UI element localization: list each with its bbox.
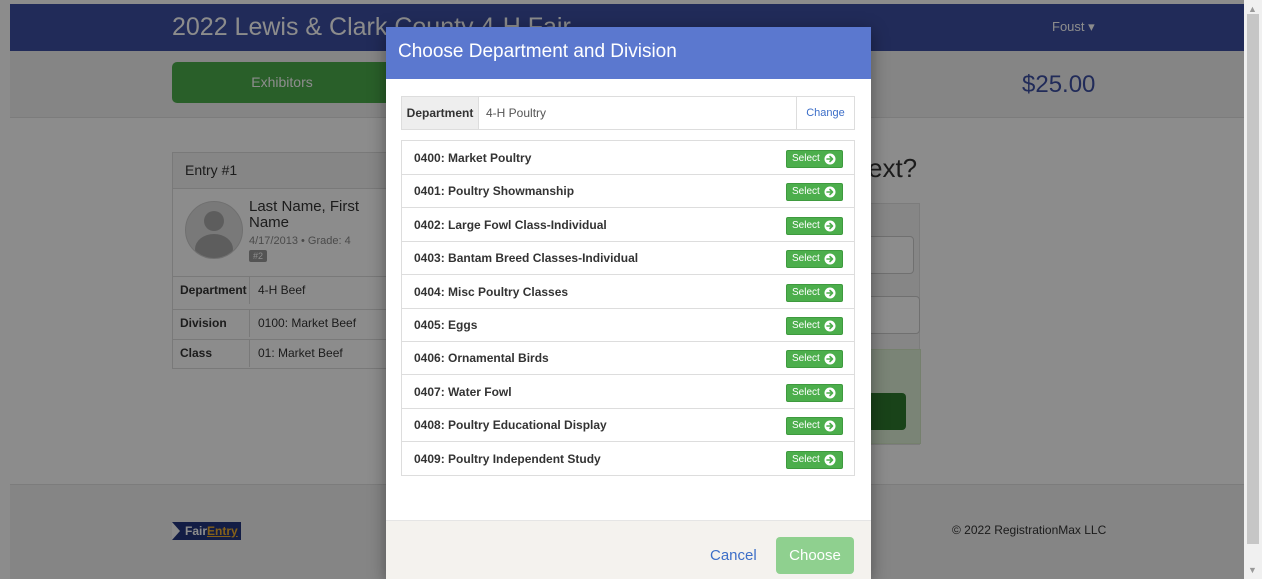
choose-button[interactable]: Choose — [776, 537, 854, 574]
circle-arrow-right-icon — [824, 420, 836, 432]
select-button-label: Select — [792, 253, 820, 265]
division-label: 0407: Water Fowl — [414, 384, 512, 399]
select-division-button[interactable]: Select — [786, 250, 843, 269]
scrollbar-thumb[interactable] — [1247, 14, 1259, 544]
modal-title: Choose Department and Division — [398, 41, 677, 62]
cancel-button[interactable]: Cancel — [710, 547, 757, 564]
select-button-label: Select — [792, 320, 820, 331]
select-button-label: Select — [792, 420, 820, 432]
select-button-label: Select — [792, 153, 820, 164]
select-division-button[interactable]: Select — [786, 150, 843, 168]
select-button-label: Select — [792, 286, 820, 298]
division-item: 0402: Large Fowl Class-Individual Select — [402, 208, 854, 242]
scroll-down-icon[interactable]: ▼ — [1248, 565, 1257, 575]
scroll-up-icon[interactable]: ▲ — [1248, 4, 1257, 14]
division-item: 0404: Misc Poultry Classes Select — [402, 275, 854, 309]
change-department-button[interactable]: Change — [796, 97, 854, 129]
division-item: 0408: Poultry Educational Display Select — [402, 408, 854, 443]
division-item: 0409: Poultry Independent Study Select — [402, 442, 854, 475]
select-division-button[interactable]: Select — [786, 350, 843, 369]
select-button-label: Select — [792, 219, 820, 231]
select-button-label: Select — [792, 186, 820, 198]
scrollbar[interactable]: ▲ ▼ — [1244, 0, 1262, 579]
choose-department-modal: Choose Department and Division Departmen… — [386, 27, 871, 579]
division-item: 0400: Market Poultry Select — [402, 141, 854, 175]
division-label: 0409: Poultry Independent Study — [414, 451, 601, 466]
department-group: Department 4-H Poultry Change — [401, 96, 855, 130]
division-label: 0400: Market Poultry — [414, 151, 532, 165]
division-item: 0405: Eggs Select — [402, 308, 854, 342]
select-division-button[interactable]: Select — [786, 317, 843, 335]
select-division-button[interactable]: Select — [786, 383, 843, 402]
circle-arrow-right-icon — [824, 287, 836, 299]
circle-arrow-right-icon — [824, 220, 836, 232]
circle-arrow-right-icon — [824, 353, 836, 365]
division-item: 0407: Water Fowl Select — [402, 375, 854, 409]
division-label: 0408: Poultry Educational Display — [414, 418, 607, 433]
division-label: 0402: Large Fowl Class-Individual — [414, 217, 607, 232]
division-label: 0401: Poultry Showmanship — [414, 184, 575, 199]
division-label: 0405: Eggs — [414, 318, 478, 332]
select-division-button[interactable]: Select — [786, 450, 843, 469]
circle-arrow-right-icon — [824, 186, 836, 198]
select-button-label: Select — [792, 353, 820, 365]
division-label: 0403: Bantam Breed Classes-Individual — [414, 251, 639, 266]
select-button-label: Select — [792, 386, 820, 398]
select-division-button[interactable]: Select — [786, 216, 843, 235]
select-division-button[interactable]: Select — [786, 283, 843, 302]
department-label: Department — [402, 97, 479, 129]
select-division-button[interactable]: Select — [786, 417, 843, 436]
division-label: 0404: Misc Poultry Classes — [414, 284, 569, 299]
select-button-label: Select — [792, 453, 820, 465]
division-item: 0406: Ornamental Birds Select — [402, 341, 854, 376]
division-item: 0401: Poultry Showmanship Select — [402, 174, 854, 209]
division-list: 0400: Market Poultry Select 0401: Poultry … — [401, 140, 855, 476]
modal-footer: Cancel Choose — [386, 520, 871, 579]
department-value: 4-H Poultry — [486, 106, 547, 120]
division-label: 0406: Ornamental Birds — [414, 351, 549, 366]
division-item: 0403: Bantam Breed Classes-Individual Sel… — [402, 241, 854, 276]
circle-arrow-right-icon — [824, 387, 836, 399]
circle-arrow-right-icon — [824, 253, 836, 265]
circle-arrow-right-icon — [824, 454, 836, 466]
select-division-button[interactable]: Select — [786, 183, 843, 202]
circle-arrow-right-icon — [824, 153, 836, 165]
modal-header: Choose Department and Division — [386, 27, 871, 79]
circle-arrow-right-icon — [824, 320, 836, 332]
